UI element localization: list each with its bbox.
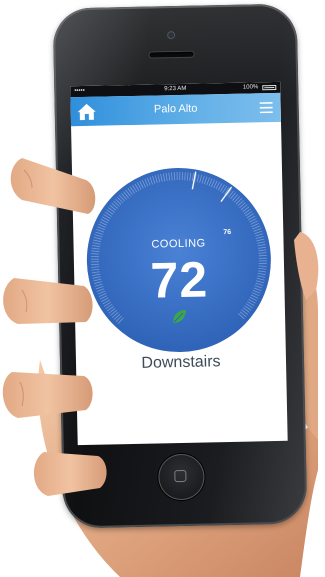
photo-scene: ••••• 9:23 AM 100% Palo Alto 76 COOLING …	[0, 0, 325, 577]
hand-fingers	[2, 158, 319, 496]
